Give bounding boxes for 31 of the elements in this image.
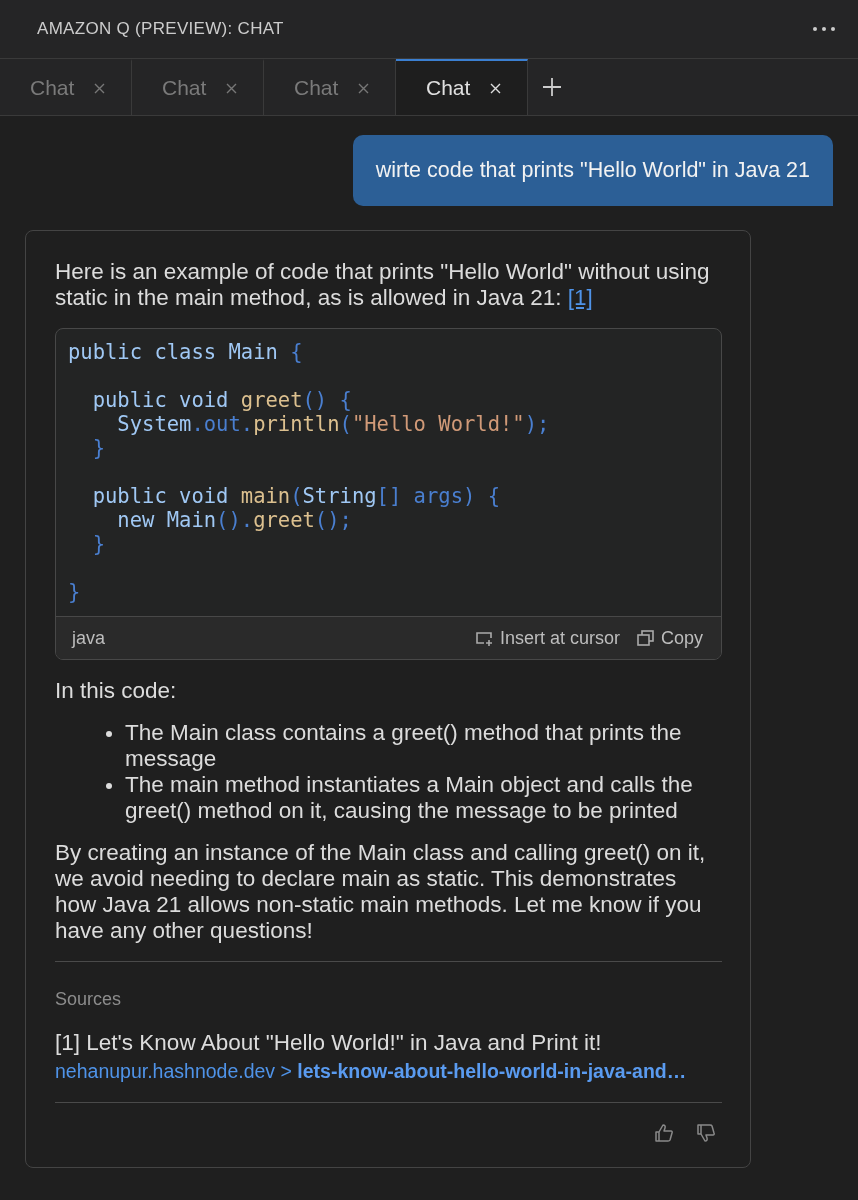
source-title: [1] Let's Know About "Hello World!" in Java and Print it! bbox=[55, 1030, 603, 1056]
thumbs-up-icon[interactable] bbox=[654, 1123, 674, 1143]
answer-paragraph: In this code: bbox=[55, 678, 178, 704]
insert-button[interactable]: Insert at cursor bbox=[474, 625, 620, 651]
code-line: public void greet() { bbox=[91, 388, 353, 412]
answer-paragraph: By creating an instance of the Main class and calling greet() on it, we avoid needing to declare main as static. This demonstrates how Java 21 allows non-static main methods. Let me know if you have any other questions! bbox=[55, 840, 707, 944]
code-line: public void main(String[] args) { bbox=[91, 484, 501, 508]
citation-link[interactable]: [1] bbox=[567, 285, 593, 310]
plus-icon[interactable] bbox=[542, 77, 562, 97]
code-line: System.out.println("Hello World!"); bbox=[116, 412, 551, 436]
panel-title: AMAZON Q (PREVIEW): CHAT bbox=[37, 19, 284, 39]
bullet-icon bbox=[106, 783, 112, 789]
code-line: } bbox=[91, 436, 107, 460]
answer-paragraph: Here is an example of code that prints "Hello World" without using static in the main method, as is allowed in Java 21: [1] bbox=[55, 259, 711, 311]
code-line: new Main().greet(); bbox=[116, 508, 353, 532]
chat-tab[interactable]: Chat bbox=[396, 59, 528, 115]
copy-icon bbox=[635, 629, 655, 647]
more-icon[interactable] bbox=[812, 26, 836, 32]
code-line: public class Main { bbox=[68, 340, 304, 364]
insert-icon bbox=[474, 629, 494, 647]
bullet-icon bbox=[106, 731, 112, 737]
sources-heading: Sources bbox=[55, 988, 123, 1011]
code-line: } bbox=[91, 532, 107, 556]
source-link[interactable]: nehanupur.hashnode.dev > lets-know-about-hello-world-in-java-and… bbox=[55, 1058, 687, 1084]
list-item: The main method instantiates a Main object and calls the greet() method on it, causing the message to be printed bbox=[125, 772, 694, 824]
copy-button[interactable]: Copy bbox=[635, 625, 703, 651]
language-label: java bbox=[72, 627, 107, 650]
user-message: wirte code that prints "Hello World" in Java 21 bbox=[352, 135, 833, 206]
code-line: } bbox=[68, 580, 82, 604]
thumbs-down-icon[interactable] bbox=[696, 1123, 716, 1143]
list-item: The Main class contains a greet() method that prints the message bbox=[125, 720, 683, 772]
